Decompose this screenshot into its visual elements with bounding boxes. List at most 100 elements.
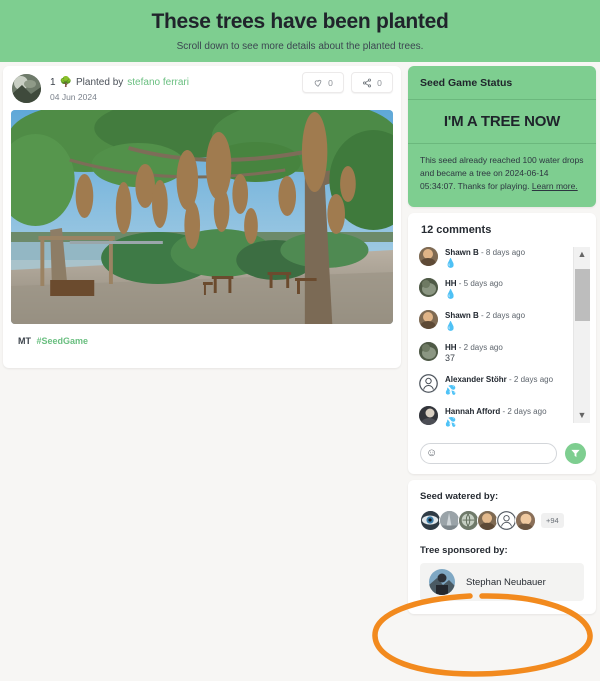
comments-list[interactable]: Shawn B - 8 days ago 💧 HH - 5 days ago 💧… bbox=[419, 246, 573, 438]
page-title: These trees have been planted bbox=[151, 10, 449, 34]
comment-input[interactable]: ☺ bbox=[420, 443, 557, 465]
comment-main: Alexander Stöhr - 2 days ago 💦 bbox=[445, 374, 553, 396]
comment-main: HH - 5 days ago 💧 bbox=[445, 278, 503, 300]
like-count: 0 bbox=[328, 77, 333, 88]
list-item[interactable]: Hannah Afford - 2 days ago 💦 bbox=[419, 405, 573, 428]
seed-status-title: Seed Game Status bbox=[408, 66, 596, 100]
comment-author[interactable]: Hannah Afford bbox=[445, 407, 500, 416]
avatar bbox=[429, 569, 455, 596]
comment-author[interactable]: HH bbox=[445, 343, 457, 352]
scroll-up-icon[interactable]: ▲ bbox=[578, 247, 587, 262]
avatar bbox=[419, 405, 438, 425]
list-item[interactable]: HH - 5 days ago 💧 bbox=[419, 278, 573, 300]
list-item[interactable]: Shawn B - 2 days ago 💧 bbox=[419, 310, 573, 332]
heart-icon bbox=[314, 79, 322, 87]
learn-more-link[interactable]: Learn more. bbox=[532, 181, 578, 191]
comment-body: 💧 bbox=[445, 321, 457, 332]
page-subtitle: Scroll down to see more details about th… bbox=[176, 40, 424, 52]
avatar-placeholder-icon bbox=[419, 373, 438, 393]
post-tags: MT #SeedGame bbox=[3, 324, 401, 368]
send-icon bbox=[571, 450, 580, 458]
list-item[interactable]: HH - 2 days ago 37 bbox=[419, 341, 573, 364]
post-date: 04 Jun 2024 bbox=[50, 91, 97, 102]
comments-body: Shawn B - 8 days ago 💧 HH - 5 days ago 💧… bbox=[408, 246, 596, 438]
comment-time: - 5 days ago bbox=[458, 279, 503, 289]
avatar[interactable] bbox=[420, 510, 441, 532]
sponsor-row[interactable]: Stephan Neubauer bbox=[420, 563, 584, 602]
avatar[interactable] bbox=[477, 510, 498, 532]
comments-card: 12 comments Shawn B - 8 days ago 💧 HH - … bbox=[408, 212, 596, 475]
page-body: 1 🌳 Planted by stefano ferrari 04 Jun 20… bbox=[0, 62, 600, 620]
send-comment-button[interactable] bbox=[565, 443, 586, 465]
comment-time: - 8 days ago bbox=[481, 247, 526, 257]
avatar bbox=[419, 310, 438, 330]
comment-time: - 2 days ago bbox=[481, 311, 526, 321]
avatar[interactable] bbox=[12, 74, 41, 103]
seed-status-badge: I'M A TREE NOW bbox=[408, 100, 596, 144]
avatar bbox=[419, 341, 438, 361]
scroll-down-icon[interactable]: ▼ bbox=[578, 408, 587, 423]
post-meta-line: 1 🌳 Planted by stefano ferrari bbox=[50, 76, 189, 89]
share-icon bbox=[363, 78, 372, 87]
comment-meta: HH - 5 days ago bbox=[445, 279, 503, 288]
emoji-face-icon[interactable]: ☺ bbox=[426, 448, 437, 459]
share-button[interactable]: 0 bbox=[351, 72, 393, 93]
comment-author[interactable]: Alexander Stöhr bbox=[445, 375, 507, 384]
comment-main: HH - 2 days ago 37 bbox=[445, 342, 503, 364]
comment-meta: Shawn B - 8 days ago bbox=[445, 248, 525, 257]
comment-body: 37 bbox=[445, 352, 456, 363]
right-column: Seed Game Status I'M A TREE NOW This see… bbox=[405, 62, 600, 620]
tag-prefix: MT bbox=[18, 336, 31, 346]
planter-link[interactable]: stefano ferrari bbox=[127, 76, 189, 89]
watered-sponsor-card: Seed watered by: +94 Tree sponsored by: … bbox=[408, 480, 596, 615]
tree-icon: 🌳 bbox=[59, 76, 73, 88]
comment-main: Shawn B - 2 days ago 💧 bbox=[445, 310, 525, 332]
seed-game-status-card: Seed Game Status I'M A TREE NOW This see… bbox=[408, 66, 596, 207]
watered-by-avatars: +94 bbox=[420, 510, 584, 532]
comment-main: Shawn B - 8 days ago 💧 bbox=[445, 247, 525, 269]
sponsored-by-title: Tree sponsored by: bbox=[420, 545, 508, 557]
hashtag-link[interactable]: #SeedGame bbox=[37, 336, 89, 346]
avatar bbox=[419, 246, 438, 266]
page-banner: These trees have been planted Scroll dow… bbox=[0, 0, 600, 62]
seed-status-description: This seed already reached 100 water drop… bbox=[408, 144, 596, 207]
left-column: 1 🌳 Planted by stefano ferrari 04 Jun 20… bbox=[0, 62, 405, 620]
comment-body: 💧 bbox=[445, 289, 457, 300]
post-photo[interactable] bbox=[11, 110, 393, 324]
planted-by-label: Planted by bbox=[76, 76, 124, 88]
comment-body: 💧 bbox=[445, 257, 457, 268]
scrollbar-thumb[interactable] bbox=[575, 268, 590, 321]
comment-time: - 2 days ago bbox=[458, 342, 503, 352]
comment-meta: Alexander Stöhr - 2 days ago bbox=[445, 375, 553, 384]
sponsor-name: Stephan Neubauer bbox=[466, 576, 546, 588]
comment-meta: Hannah Afford - 2 days ago bbox=[445, 407, 547, 416]
comments-scrollbar[interactable]: ▲ ▼ bbox=[573, 246, 590, 423]
comment-text-field[interactable] bbox=[437, 448, 556, 459]
post-photo-image bbox=[11, 110, 393, 324]
avatar[interactable] bbox=[439, 510, 460, 532]
comment-meta: HH - 2 days ago bbox=[445, 343, 503, 352]
avatar[interactable] bbox=[458, 510, 479, 532]
watered-by-title: Seed watered by: bbox=[420, 491, 499, 503]
comment-author[interactable]: HH bbox=[445, 279, 457, 288]
avatar-placeholder-icon[interactable] bbox=[496, 510, 517, 532]
watered-overflow-count[interactable]: +94 bbox=[541, 513, 564, 529]
avatar[interactable] bbox=[515, 510, 536, 532]
like-button[interactable]: 0 bbox=[302, 72, 344, 93]
post-actions: 0 0 bbox=[302, 72, 393, 93]
tree-count: 1 bbox=[50, 76, 56, 88]
comment-body: 💦 bbox=[445, 416, 457, 427]
list-item[interactable]: Alexander Stöhr - 2 days ago 💦 bbox=[419, 373, 573, 396]
comment-meta: Shawn B - 2 days ago bbox=[445, 311, 525, 320]
comment-author[interactable]: Shawn B bbox=[445, 311, 479, 320]
post-meta: 1 🌳 Planted by stefano ferrari 04 Jun 20… bbox=[50, 76, 189, 102]
avatar-image bbox=[12, 74, 41, 103]
comment-time: - 2 days ago bbox=[509, 374, 554, 384]
list-item[interactable]: Shawn B - 8 days ago 💧 bbox=[419, 246, 573, 269]
comments-heading: 12 comments bbox=[421, 223, 492, 236]
comment-author[interactable]: Shawn B bbox=[445, 248, 479, 257]
comment-time: - 2 days ago bbox=[502, 406, 547, 416]
post-header: 1 🌳 Planted by stefano ferrari 04 Jun 20… bbox=[3, 66, 401, 110]
comment-input-row: ☺ bbox=[408, 437, 596, 465]
comment-body: 💦 bbox=[445, 384, 457, 395]
